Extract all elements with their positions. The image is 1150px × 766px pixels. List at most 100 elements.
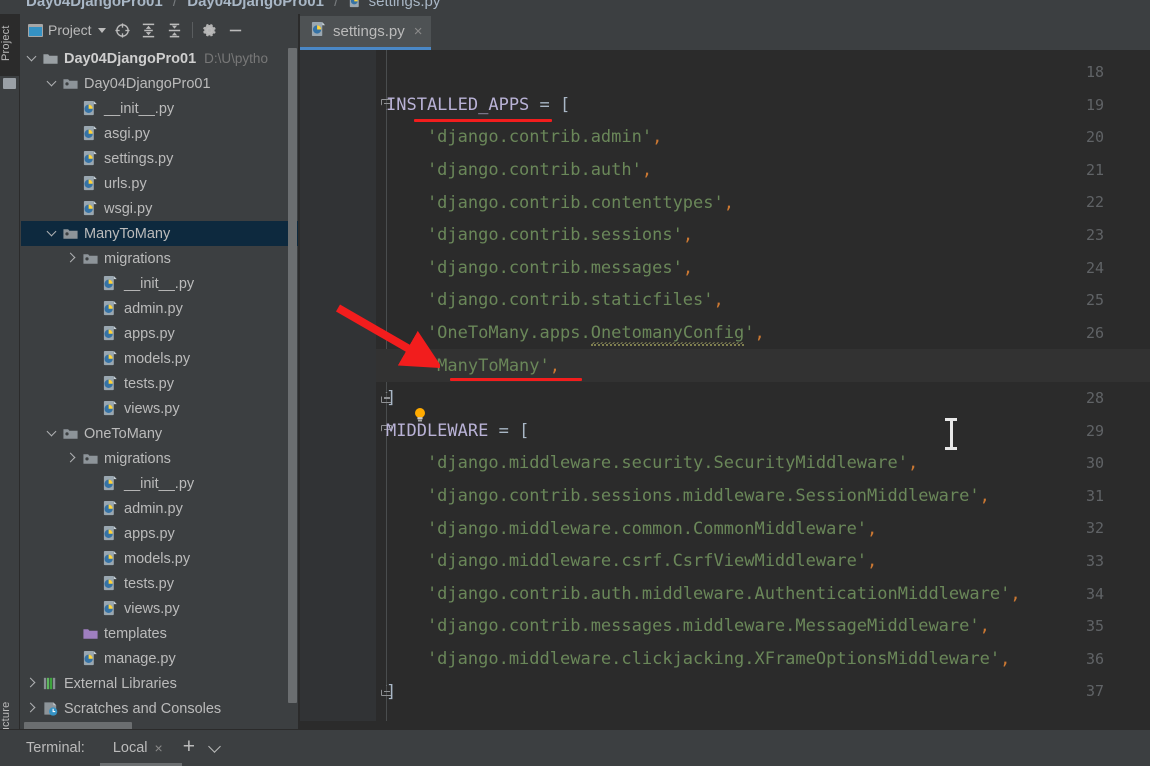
tree-node[interactable]: settings.py (21, 146, 299, 171)
python-file-icon (83, 125, 97, 141)
code-line[interactable]: 'django.middleware.security.SecurityMidd… (376, 447, 1150, 480)
python-file-icon (83, 150, 97, 166)
toolbar-divider (191, 22, 193, 38)
python-file-icon (83, 100, 97, 116)
tree-scrollbar-thumb[interactable] (288, 48, 297, 703)
terminal-tab-label: Local (112, 740, 148, 756)
tree-node[interactable]: apps.py (21, 321, 299, 346)
code-line[interactable]: 'django.middleware.csrf.CsrfViewMiddlewa… (376, 545, 1150, 578)
python-file-icon (103, 600, 117, 616)
code-line[interactable]: 'django.contrib.messages.middleware.Mess… (376, 610, 1150, 643)
code-line[interactable]: 'django.middleware.common.CommonMiddlewa… (376, 512, 1150, 545)
tree-node[interactable]: templates (21, 621, 299, 646)
tree-node[interactable]: ManyToMany (21, 221, 299, 246)
terminal-label: Terminal: (26, 740, 85, 756)
code-editor[interactable]: 1819202122232425262728293031323334353637… (300, 50, 1150, 730)
code-line[interactable]: 'django.contrib.staticfiles', (376, 284, 1150, 317)
chevron-right-icon[interactable] (67, 253, 78, 264)
tree-node[interactable]: views.py (21, 596, 299, 621)
code-line[interactable]: 'django.contrib.contenttypes', (376, 186, 1150, 219)
tree-node[interactable]: migrations (21, 446, 299, 471)
code-token: , (907, 453, 919, 474)
chevron-down-icon[interactable] (209, 742, 222, 755)
terminal-tab-local[interactable]: Local × (107, 737, 169, 759)
tree-node-label: __init__.py (124, 475, 195, 492)
chevron-down-icon[interactable] (47, 228, 58, 239)
tree-node[interactable]: tests.py (21, 371, 299, 396)
code-line[interactable]: ] (376, 382, 1150, 415)
settings-button[interactable] (197, 17, 223, 43)
breadcrumb-part-1[interactable]: Day04DjangoPro01 (26, 0, 163, 10)
tree-node[interactable]: OneToMany (21, 421, 299, 446)
code-line[interactable]: 'django.contrib.messages', (376, 252, 1150, 285)
new-terminal-button[interactable]: + (169, 736, 205, 760)
code-token: , (549, 355, 561, 376)
close-icon[interactable]: × (412, 24, 423, 39)
tree-node[interactable]: asgi.py (21, 121, 299, 146)
tree-node[interactable]: models.py (21, 346, 299, 371)
code-token: , (1000, 649, 1011, 670)
tree-node[interactable]: Scratches and Consoles (21, 696, 299, 721)
select-opened-file-button[interactable] (110, 17, 136, 43)
project-view-selector[interactable]: Project (21, 20, 110, 40)
tree-node[interactable]: admin.py (21, 296, 299, 321)
chevron-down-icon[interactable] (47, 428, 58, 439)
tool-button-project[interactable]: Project (0, 14, 20, 76)
code-line[interactable] (376, 56, 1150, 89)
project-window-icon (28, 23, 43, 37)
collapse-all-button[interactable] (162, 17, 188, 43)
code-token: 'django.contrib.admin' (386, 127, 653, 148)
tree-node[interactable]: apps.py (21, 521, 299, 546)
code-token: 'django.contrib.messages.middleware.Mess… (386, 616, 980, 637)
code-token: ] (386, 681, 397, 702)
chevron-down-icon[interactable] (47, 78, 58, 89)
tree-node[interactable]: Day04DjangoPro01 (21, 71, 299, 96)
code-token: 'django.middleware.security.SecurityMidd… (386, 453, 908, 474)
breadcrumb-part-3[interactable]: settings.py (369, 0, 441, 10)
code-line[interactable]: 'django.contrib.sessions', (376, 219, 1150, 252)
tree-node[interactable]: models.py (21, 546, 299, 571)
tree-node[interactable]: tests.py (21, 571, 299, 596)
tree-node[interactable]: admin.py (21, 496, 299, 521)
tree-node[interactable]: manage.py (21, 646, 299, 671)
python-file-icon (103, 575, 117, 591)
tree-node[interactable]: views.py (21, 396, 299, 421)
breadcrumb-part-2[interactable]: Day04DjangoPro01 (187, 0, 324, 10)
code-line[interactable]: ] (376, 675, 1150, 708)
tree-node[interactable]: External Libraries (21, 671, 299, 696)
expand-all-button[interactable] (136, 17, 162, 43)
tree-node-label: models.py (124, 550, 191, 567)
chevron-down-icon[interactable] (27, 53, 38, 64)
project-tree[interactable]: Day04DjangoPro01 D:\U\pytho Day04DjangoPro… (21, 46, 299, 730)
code-line[interactable]: 'django.contrib.admin', (376, 121, 1150, 154)
code-line[interactable]: 'django.contrib.sessions.middleware.Sess… (376, 480, 1150, 513)
chevron-right-icon[interactable] (27, 678, 38, 689)
tree-node-label: asgi.py (104, 125, 150, 142)
code-line[interactable]: 'django.middleware.clickjacking.XFrameOp… (376, 643, 1150, 676)
tree-node[interactable]: __init__.py (21, 471, 299, 496)
code-text-area[interactable]: INSTALLED_APPS = [ 'django.contrib.admin… (376, 50, 1150, 730)
code-line[interactable]: INSTALLED_APPS = [ (376, 89, 1150, 122)
tree-node[interactable]: wsgi.py (21, 196, 299, 221)
code-line[interactable]: 'django.contrib.auth.middleware.Authenti… (376, 578, 1150, 611)
close-icon[interactable]: × (155, 740, 163, 756)
tab-settings-py[interactable]: settings.py × (300, 16, 432, 50)
tree-node[interactable]: Day04DjangoPro01 D:\U\pytho (21, 46, 299, 71)
code-line[interactable]: 'django.contrib.auth', (376, 154, 1150, 187)
hide-tool-window-button[interactable] (223, 17, 249, 43)
tree-scrollbar-track[interactable] (288, 48, 297, 724)
tree-node[interactable]: __init__.py (21, 271, 299, 296)
code-line[interactable]: 'OneToMany.apps.OnetomanyConfig', (376, 317, 1150, 350)
code-line[interactable]: MIDDLEWARE = [ (376, 415, 1150, 448)
tab-label: settings.py (333, 23, 405, 40)
chevron-right-icon[interactable] (27, 703, 38, 714)
tree-node[interactable]: __init__.py (21, 96, 299, 121)
editor-gutter[interactable] (300, 50, 376, 730)
tree-node[interactable]: urls.py (21, 171, 299, 196)
chevron-right-icon[interactable] (67, 453, 78, 464)
scratches-icon (44, 702, 58, 716)
tree-node[interactable]: migrations (21, 246, 299, 271)
